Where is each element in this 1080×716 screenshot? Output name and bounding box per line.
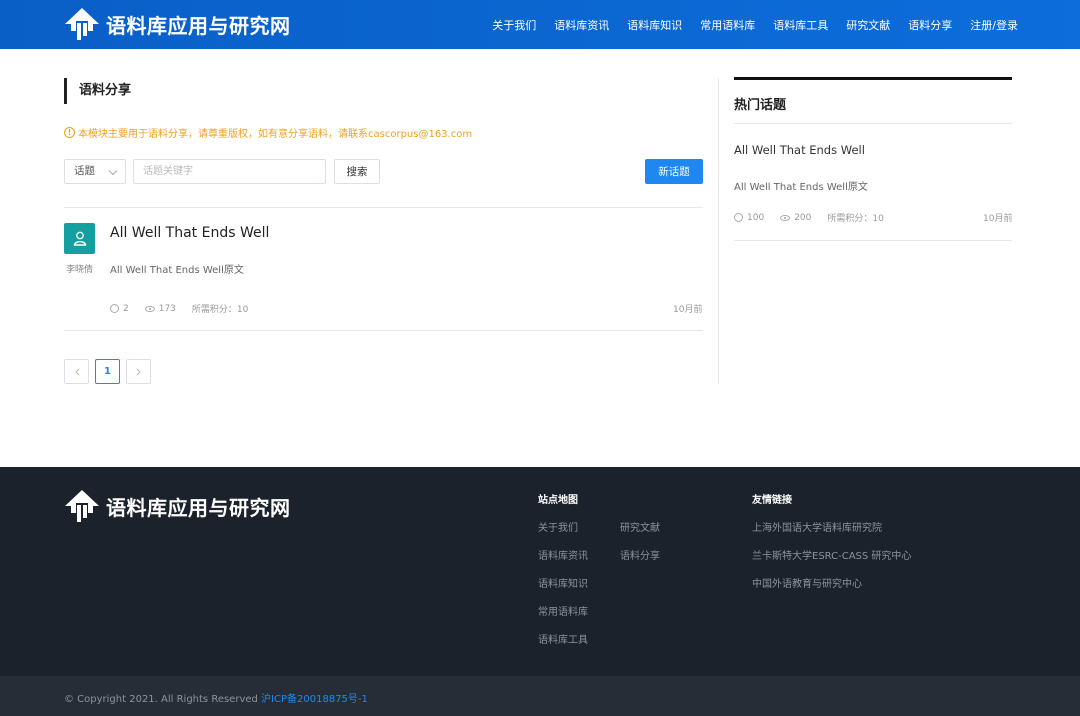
list-top-divider	[64, 207, 703, 208]
comment-icon	[110, 304, 119, 313]
pagination-page-1[interactable]: 1	[95, 359, 120, 384]
nav-literature[interactable]: 研究文献	[846, 17, 890, 33]
nav-tools[interactable]: 语料库工具	[773, 17, 828, 33]
site-logo[interactable]: 语料库应用与研究网	[64, 7, 291, 41]
house-logo-icon	[65, 8, 99, 40]
hot-topic-excerpt: All Well That Ends Well原文	[734, 182, 868, 193]
comment-count: 2	[123, 303, 129, 314]
sidebar-title-divider	[734, 123, 1012, 124]
footer-link-knowledge[interactable]: 语料库知识	[538, 575, 588, 590]
copyright-line: © Copyright 2021. All Rights Reserved 沪I…	[64, 690, 368, 705]
post-meta: 2 173 所需积分：10	[110, 302, 248, 315]
footer-link-news[interactable]: 语料库资讯	[538, 547, 588, 562]
post-title[interactable]: All Well That Ends Well	[110, 225, 269, 241]
hot-topic-title[interactable]: All Well That Ends Well	[734, 143, 865, 157]
eye-icon	[780, 214, 791, 221]
pagination-next-button[interactable]	[126, 359, 151, 384]
pagination-prev-button[interactable]	[64, 359, 89, 384]
notice-text: 本模块主要用于语料分享，请尊重版权，如有意分享语料，请联系cascorpus@1…	[78, 129, 473, 140]
topic-filter-select[interactable]: 话题	[64, 159, 126, 184]
friend-link-cfler[interactable]: 中国外语教育与研究中心	[752, 575, 862, 590]
post-time: 10月前	[673, 305, 703, 315]
hot-topics-title: 热门话题	[734, 98, 787, 113]
chevron-down-icon	[108, 166, 118, 176]
sidebar-accent-bar	[734, 77, 1012, 80]
footer-link-tools[interactable]: 语料库工具	[538, 631, 588, 646]
column-divider	[718, 78, 719, 384]
sitemap-title: 站点地图	[538, 495, 578, 506]
chevron-left-icon	[74, 368, 79, 375]
view-count: 173	[158, 303, 176, 314]
chevron-right-icon	[136, 368, 141, 375]
required-points: 所需积分：10	[827, 214, 884, 224]
required-points: 所需积分：10	[191, 305, 249, 315]
avatar[interactable]	[64, 223, 95, 254]
nav-corpora[interactable]: 常用语料库	[700, 17, 755, 33]
footer-site-name: 语料库应用与研究网	[106, 495, 291, 520]
icp-link[interactable]: 沪ICP备20018875号-1	[261, 694, 368, 705]
section-title: 语料分享	[64, 78, 131, 104]
hot-topic-meta: 100 200 所需积分：10	[734, 211, 884, 224]
nav-knowledge[interactable]: 语料库知识	[627, 17, 682, 33]
nav-login[interactable]: 注册/登录	[970, 17, 1018, 33]
friend-links-title: 友情链接	[752, 495, 792, 506]
user-icon	[73, 231, 86, 246]
footer-link-sharing[interactable]: 语料分享	[620, 547, 660, 562]
post-excerpt: All Well That Ends Well原文	[110, 265, 244, 276]
friend-link-lancaster[interactable]: 兰卡斯特大学ESRC-CASS 研究中心	[752, 547, 911, 562]
footer-link-about[interactable]: 关于我们	[538, 519, 578, 534]
search-input[interactable]	[133, 159, 326, 184]
footer-link-corpora[interactable]: 常用语料库	[538, 603, 588, 618]
hot-topic-comments: 100	[734, 213, 764, 223]
search-button[interactable]: 搜索	[334, 159, 380, 184]
main-nav: 关于我们 语料库资讯 语料库知识 常用语料库 语料库工具 研究文献 语料分享 注…	[474, 0, 1018, 49]
hot-topic-time: 10月前	[983, 214, 1013, 224]
house-logo-icon	[65, 490, 99, 522]
copyright-notice: ! 本模块主要用于语料分享，请尊重版权，如有意分享语料，请联系cascorpus…	[64, 125, 472, 140]
list-bottom-divider	[64, 330, 703, 331]
hot-topic-views: 200	[780, 213, 811, 223]
footer-link-literature[interactable]: 研究文献	[620, 519, 660, 534]
post-comments: 2	[110, 304, 129, 314]
footer-logo[interactable]: 语料库应用与研究网	[64, 489, 291, 523]
sidebar-bottom-divider	[734, 240, 1012, 241]
nav-about[interactable]: 关于我们	[492, 17, 536, 33]
site-header: 语料库应用与研究网 关于我们 语料库资讯 语料库知识 常用语料库 语料库工具 研…	[0, 0, 1080, 49]
comment-count: 100	[747, 212, 765, 223]
info-icon: !	[64, 127, 75, 138]
friend-link-sisu[interactable]: 上海外国语大学语料库研究院	[752, 519, 882, 534]
comment-icon	[734, 213, 743, 222]
post-views: 173	[144, 303, 176, 314]
filter-selected-value: 话题	[74, 165, 95, 177]
new-topic-button[interactable]: 新话题	[645, 159, 703, 184]
nav-news[interactable]: 语料库资讯	[554, 17, 609, 33]
view-count: 200	[794, 212, 812, 223]
post-author[interactable]: 李晓倩	[64, 262, 95, 275]
copyright-text: © Copyright 2021. All Rights Reserved	[64, 694, 258, 705]
nav-sharing[interactable]: 语料分享	[908, 17, 952, 33]
site-name: 语料库应用与研究网	[106, 13, 291, 38]
eye-icon	[144, 305, 155, 312]
